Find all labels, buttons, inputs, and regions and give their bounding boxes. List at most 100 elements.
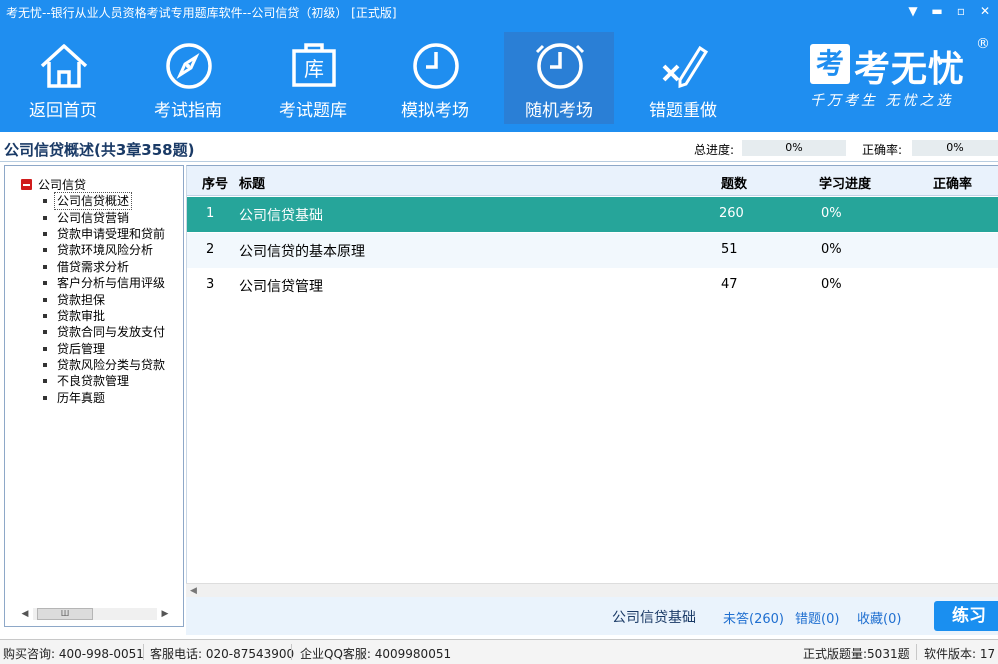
wrong-questions-link[interactable]: 错题(0) — [795, 608, 839, 627]
status-version: 软件版本: 17 — [924, 647, 996, 661]
toolbar-bank-label: 考试题库 — [279, 101, 347, 121]
row-progress: 0% — [821, 277, 842, 292]
wrong-redo-icon — [662, 45, 709, 89]
unanswered-link[interactable]: 未答(260) — [723, 608, 784, 627]
row-no: 1 — [206, 206, 215, 221]
tree-item[interactable]: 贷款合同与发放支付 — [43, 324, 165, 340]
tree-item[interactable]: 客户分析与信用评级 — [43, 275, 165, 291]
home-icon — [40, 44, 88, 88]
bullet-icon — [43, 281, 47, 286]
tree-root-label: 公司信贷 — [38, 178, 87, 192]
toolbar-mock-exam-label: 模拟考场 — [401, 101, 469, 121]
scroll-thumb[interactable]: Ш — [37, 608, 93, 620]
table-row[interactable]: 1 公司信贷基础 260 0% — [187, 197, 998, 232]
tree-item[interactable]: 公司信贷概述 — [43, 192, 165, 211]
tree-item[interactable]: 借贷需求分析 — [43, 259, 165, 275]
bullet-icon — [43, 363, 47, 368]
row-title: 公司信贷基础 — [239, 208, 323, 224]
col-progress: 学习进度 — [819, 177, 872, 192]
tree-item[interactable]: 公司信贷营销 — [43, 209, 165, 225]
brand-logo: 考 考无忧 ® 千万考生 无忧之选 — [810, 34, 990, 114]
chapter-tree: 公司信贷 公司信贷概述 公司信贷营销 贷款申请受理和贷前 贷款环境风险分析 借贷… — [4, 165, 184, 627]
top-banner: 考无忧--银行从业人员资格考试专用题库软件--公司信贷（初级） [正式版] ▼ … — [0, 0, 998, 132]
toolbar-home-label: 返回首页 — [29, 101, 97, 121]
main-toolbar: 返回首页 考试指南 库 考试题库 模拟考场 随机考场 错题重做 — [0, 28, 800, 128]
col-accuracy: 正确率 — [933, 177, 973, 192]
row-progress: 0% — [821, 206, 842, 221]
practice-button[interactable]: 练习 — [934, 601, 998, 631]
bullet-icon — [43, 248, 47, 253]
page-title: 公司信贷概述(共3章358题) — [4, 141, 195, 159]
status-bar: 购买咨询: 400-998-0051 客服电话: 020-87543900 企业… — [0, 639, 998, 664]
table-row[interactable]: 2 公司信贷的基本原理 51 0% — [187, 233, 998, 268]
toolbar-guide-button[interactable]: 考试指南 — [133, 32, 243, 124]
row-count: 51 — [721, 242, 738, 257]
tree-list: 公司信贷概述 公司信贷营销 贷款申请受理和贷前 贷款环境风险分析 借贷需求分析 … — [43, 192, 165, 406]
row-progress: 0% — [821, 242, 842, 257]
table-horizontal-scrollbar[interactable]: ◀ — [186, 583, 998, 597]
toolbar-mock-exam-button[interactable]: 模拟考场 — [380, 32, 490, 124]
logo-text: 考无忧 — [854, 49, 966, 90]
bullet-icon — [43, 379, 47, 384]
scroll-right-icon[interactable]: ▶ — [159, 607, 171, 621]
status-buy: 购买咨询: 400-998-0051 — [3, 647, 144, 661]
table-row[interactable]: 3 公司信贷管理 47 0% — [187, 268, 998, 303]
col-title: 标题 — [239, 177, 266, 192]
row-title: 公司信贷管理 — [239, 279, 323, 295]
toolbar-random-exam-label: 随机考场 — [525, 101, 593, 121]
total-progress-bar: 0% — [742, 140, 846, 156]
scroll-left-icon[interactable]: ◀ — [19, 607, 31, 621]
compass-icon — [166, 43, 212, 89]
close-icon[interactable]: ✕ — [978, 2, 992, 20]
row-count: 260 — [719, 206, 744, 221]
menu-dropdown-icon[interactable]: ▼ — [906, 2, 920, 20]
favorites-link[interactable]: 收藏(0) — [857, 608, 901, 627]
toolbar-bank-button[interactable]: 库 考试题库 — [258, 32, 368, 124]
scroll-left-icon[interactable]: ◀ — [190, 584, 197, 598]
tree-item[interactable]: 贷款申请受理和贷前 — [43, 226, 165, 242]
row-no: 3 — [206, 277, 215, 292]
logo-mark: 考 — [810, 44, 850, 84]
svg-text:库: 库 — [304, 57, 324, 81]
tree-item[interactable]: 历年真题 — [43, 390, 165, 406]
total-progress-label: 总进度: — [694, 143, 735, 157]
tree-root[interactable]: 公司信贷 — [21, 176, 86, 193]
bullet-icon — [43, 313, 47, 318]
row-count: 47 — [721, 277, 738, 292]
title-bar: 考无忧--银行从业人员资格考试专用题库软件--公司信贷（初级） [正式版] ▼ … — [0, 0, 998, 24]
brand-slogan: 千万考生 无忧之选 — [810, 93, 954, 109]
tree-item[interactable]: 贷后管理 — [43, 341, 165, 357]
status-qq: 企业QQ客服: 4009980051 — [300, 647, 452, 661]
clock-icon — [535, 43, 585, 89]
tree-item[interactable]: 贷款环境风险分析 — [43, 242, 165, 258]
tree-item[interactable]: 贷款担保 — [43, 291, 165, 307]
tree-horizontal-scrollbar[interactable]: ◀ Ш ▶ — [19, 606, 171, 622]
toolbar-home-button[interactable]: 返回首页 — [8, 32, 118, 124]
status-service: 客服电话: 020-87543900 — [150, 647, 295, 661]
bullet-icon — [43, 215, 47, 220]
toolbar-guide-label: 考试指南 — [154, 101, 222, 121]
tree-item[interactable]: 贷款风险分类与贷款 — [43, 357, 165, 373]
status-divider — [291, 644, 292, 660]
status-divider — [916, 644, 917, 660]
window-controls: ▼ ▬ ▫ ✕ — [906, 2, 992, 20]
toolbar-wrong-redo-label: 错题重做 — [649, 101, 717, 121]
status-divider — [143, 644, 144, 660]
tree-item[interactable]: 不良贷款管理 — [43, 373, 165, 389]
registered-mark: ® — [976, 36, 990, 52]
row-no: 2 — [206, 242, 215, 257]
accuracy-label: 正确率: — [862, 143, 903, 157]
tree-item[interactable]: 贷款审批 — [43, 308, 165, 324]
current-section-label: 公司信贷基础 — [612, 610, 696, 626]
maximize-icon[interactable]: ▫ — [954, 2, 968, 20]
window-title: 考无忧--银行从业人员资格考试专用题库软件--公司信贷（初级） [正式版] — [6, 6, 397, 20]
bullet-icon — [43, 264, 47, 269]
toolbar-wrong-redo-button[interactable]: 错题重做 — [628, 32, 738, 124]
toolbar-random-exam-button[interactable]: 随机考场 — [504, 32, 614, 124]
bullet-icon — [43, 346, 47, 351]
col-count: 题数 — [721, 177, 748, 192]
minimize-icon[interactable]: ▬ — [930, 2, 944, 20]
collapse-icon[interactable] — [21, 179, 32, 190]
table-header: 序号 标题 题数 学习进度 正确率 — [187, 166, 998, 196]
clock-icon — [413, 43, 459, 89]
